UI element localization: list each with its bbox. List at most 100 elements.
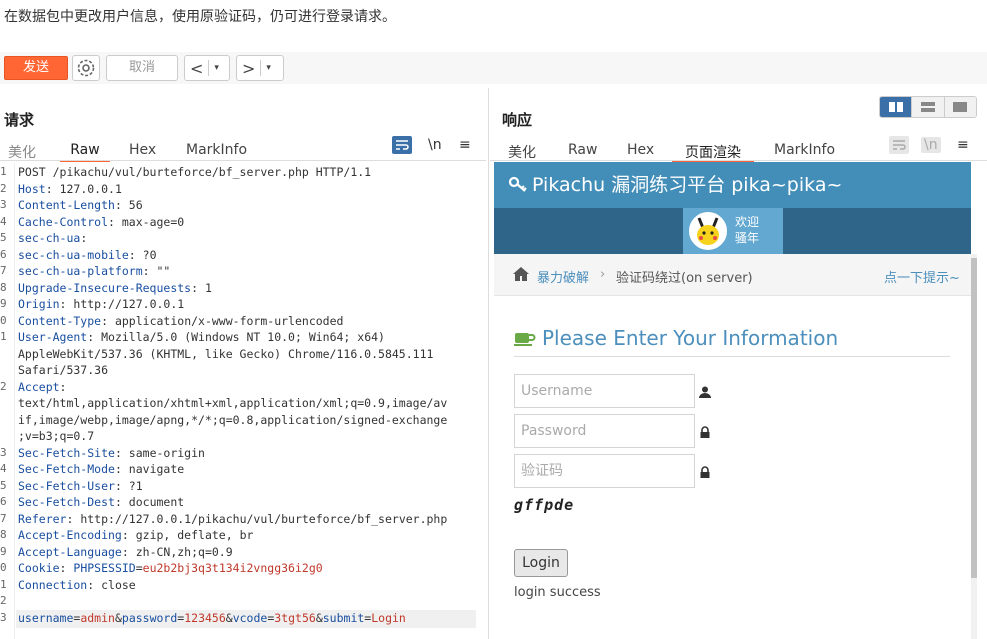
site-header: Pikachu 漏洞练习平台 pika~pika~ xyxy=(494,162,971,208)
password-input[interactable]: Password xyxy=(514,414,695,448)
param-value: Login xyxy=(371,610,406,625)
vcode-input[interactable]: 验证码 xyxy=(514,454,695,488)
tab-request-raw[interactable]: Raw xyxy=(60,138,110,162)
header-name: Sec-Fetch-Mode xyxy=(18,462,115,476)
instruction-note: 在数据包中更改用户信息，使用原验证码，仍可进行登录请求。 xyxy=(4,9,396,25)
response-wrap-button[interactable] xyxy=(889,136,909,158)
request-title: 请求 xyxy=(4,111,35,129)
settings-button[interactable] xyxy=(72,55,100,81)
captcha-image[interactable]: gffpde xyxy=(514,496,592,520)
line-number: 1 xyxy=(0,165,7,178)
line-number: 9 xyxy=(0,544,7,558)
request-line: Safari/537.36 xyxy=(18,363,108,377)
send-button[interactable]: 发送 xyxy=(4,56,68,80)
login-button[interactable]: Login xyxy=(514,549,568,577)
param-name: submit xyxy=(322,610,365,625)
header-value: http://127.0.0.1/pikachu/vul/burteforce/… xyxy=(80,511,448,526)
hint-link[interactable]: 点一下提示~ xyxy=(884,267,960,286)
line-number: 2 xyxy=(0,594,7,607)
cookie-value: eu2b2bj3q3t134i2vngg36i2g0 xyxy=(142,561,323,575)
request-line: Origin: http://127.0.0.1 xyxy=(18,297,185,311)
lock-icon xyxy=(700,426,710,438)
request-line: AppleWebKit/537.36 (KHTML, like Gecko) C… xyxy=(18,347,433,361)
response-menu-button[interactable]: ≡ xyxy=(957,137,969,153)
gear-icon xyxy=(77,59,95,77)
rows-icon xyxy=(920,102,935,112)
breadcrumb: 暴力破解 › 验证码绕过(on server) 点一下提示~ xyxy=(494,254,971,296)
request-line: Host: 127.0.0.1 xyxy=(18,181,122,196)
coffee-icon xyxy=(514,333,536,346)
header-value: ;v=b3;q=0.7 xyxy=(18,429,95,443)
header-value: if,image/webp,image/apng,*/*;q=0.8,appli… xyxy=(18,412,448,427)
breadcrumb-separator: › xyxy=(600,267,606,282)
cancel-button[interactable]: 取消 xyxy=(106,55,178,81)
username-input[interactable]: Username xyxy=(514,374,695,408)
header-value: application/x-www-form-urlencoded xyxy=(114,313,344,328)
request-line: Content-Type: application/x-www-form-url… xyxy=(18,313,344,328)
tab-response-pretty[interactable]: 美化 xyxy=(508,138,536,162)
request-line: Accept-Encoding: gzip, deflate, br xyxy=(18,528,254,542)
tab-request-hex[interactable]: Hex xyxy=(129,138,156,158)
layout-side-by-side-button[interactable] xyxy=(880,97,912,117)
tab-request-pretty[interactable]: 美化 xyxy=(8,138,36,162)
tab-response-markinfo[interactable]: MarkInfo xyxy=(774,138,835,158)
user-icon xyxy=(699,386,711,398)
site-title: Pikachu 漏洞练习平台 pika~pika~ xyxy=(532,174,843,196)
request-line: ;v=b3;q=0.7 xyxy=(18,429,94,443)
line-number: 3 xyxy=(0,610,7,624)
header-name: Cache-Control xyxy=(18,214,109,229)
header-value: gzip, deflate, br xyxy=(135,528,254,542)
tab-response-hex[interactable]: Hex xyxy=(627,138,654,158)
param-name: password xyxy=(121,610,178,625)
header-name: Cookie xyxy=(18,561,60,575)
request-line: Sec-Fetch-User: ?1 xyxy=(18,478,143,493)
user-menu[interactable]: 欢迎 骚年 xyxy=(683,208,783,254)
layout-single-button[interactable] xyxy=(943,97,976,117)
forward-nav-group: > ▾ xyxy=(236,55,284,81)
forward-button[interactable]: > xyxy=(237,59,260,78)
forward-history-dropdown[interactable]: ▾ xyxy=(261,63,276,73)
header-value: POST /pikachu/vul/burteforce/bf_server.p… xyxy=(18,165,372,179)
word-wrap-icon xyxy=(392,136,412,154)
line-number: 1 xyxy=(0,577,7,591)
pane-divider[interactable] xyxy=(488,88,489,639)
line-number: 5 xyxy=(0,478,7,492)
response-title: 响应 xyxy=(502,111,533,129)
breadcrumb-link[interactable]: 暴力破解 xyxy=(537,267,589,286)
back-history-dropdown[interactable]: ▾ xyxy=(209,63,224,73)
header-value: AppleWebKit/537.36 (KHTML, like Gecko) C… xyxy=(18,346,434,361)
newline-toggle-button[interactable]: \n xyxy=(428,137,442,153)
line-number: 8 xyxy=(0,528,7,541)
back-button[interactable]: < xyxy=(185,59,208,78)
param-value: 123456 xyxy=(184,610,226,625)
param-value: 3tgt56 xyxy=(274,610,316,625)
response-newline-button[interactable]: \n xyxy=(921,137,941,153)
header-name: sec-ch-ua-platform xyxy=(18,264,143,278)
param-value: admin xyxy=(80,610,115,625)
header-value: 1 xyxy=(204,280,212,295)
request-line: Content-Length: 56 xyxy=(18,198,143,212)
header-name: Referer xyxy=(18,511,67,526)
header-value: Mozilla/5.0 (Windows NT 10.0; Win64; x64… xyxy=(101,330,385,344)
header-name: Content-Length xyxy=(18,198,115,212)
header-value: zh-CN,zh;q=0.9 xyxy=(135,544,233,559)
login-message: login success xyxy=(514,585,601,600)
header-value: text/html,application/xhtml+xml,applicat… xyxy=(18,396,448,410)
columns-icon xyxy=(888,102,903,112)
line-number: 7 xyxy=(0,264,7,277)
layout-stacked-button[interactable] xyxy=(911,97,944,117)
scrollbar[interactable] xyxy=(971,254,977,639)
line-number: 9 xyxy=(0,297,7,310)
tab-response-raw[interactable]: Raw xyxy=(568,138,597,158)
layout-toggle xyxy=(879,96,977,118)
tab-response-render[interactable]: 页面渲染 xyxy=(672,138,754,162)
toolbar: 发送 取消 < ▾ > ▾ xyxy=(0,52,987,84)
back-nav-group: < ▾ xyxy=(184,55,230,81)
tab-request-markinfo[interactable]: MarkInfo xyxy=(186,138,247,158)
home-icon[interactable] xyxy=(512,266,530,282)
wrap-toggle-button[interactable] xyxy=(392,136,412,158)
line-number: 4 xyxy=(0,214,7,228)
request-menu-button[interactable]: ≡ xyxy=(459,137,471,153)
single-pane-icon xyxy=(953,102,968,112)
request-line: if,image/webp,image/apng,*/*;q=0.8,appli… xyxy=(18,413,447,427)
